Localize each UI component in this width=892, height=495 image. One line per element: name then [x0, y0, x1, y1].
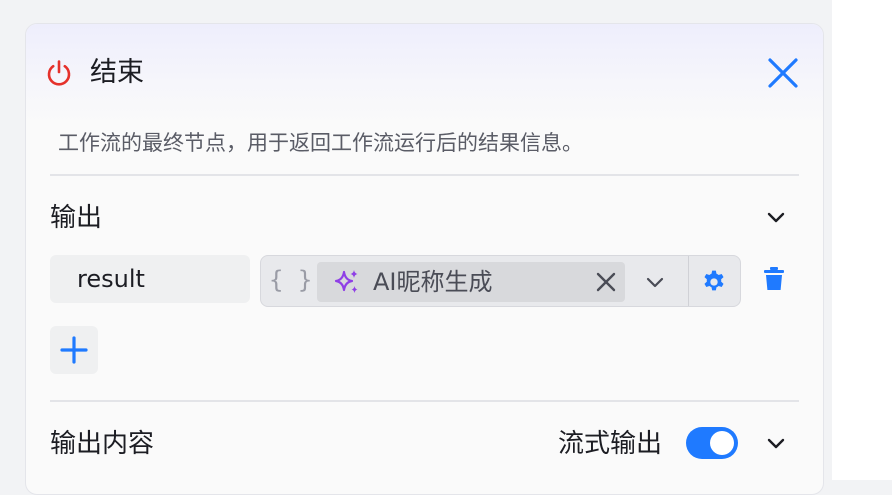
divider — [50, 400, 799, 402]
close-icon[interactable] — [766, 56, 800, 90]
divider — [50, 174, 799, 176]
output-section-title: 输出 — [50, 203, 103, 233]
add-variable-button[interactable] — [50, 326, 98, 374]
sparkle-icon — [334, 270, 358, 293]
panel-header — [26, 24, 823, 124]
background-panel-edge — [832, 0, 892, 480]
gear-icon[interactable] — [701, 269, 727, 295]
chevron-down-icon[interactable] — [643, 270, 667, 294]
plus-icon — [60, 336, 88, 364]
node-description: 工作流的最终节点，用于返回工作流运行后的结果信息。 — [58, 131, 583, 155]
reference-chip[interactable]: AI昵称生成 — [317, 262, 625, 302]
toggle-knob — [710, 431, 734, 455]
trash-icon[interactable] — [762, 266, 786, 292]
reference-label: AI昵称生成 — [373, 268, 493, 296]
variable-reference-select[interactable]: { } AI昵称生成 — [260, 255, 741, 307]
output-content-section-title: 输出内容 — [50, 429, 155, 459]
end-node-panel: 结束 工作流的最终节点，用于返回工作流运行后的结果信息。 输出 result {… — [25, 23, 824, 495]
node-title[interactable]: 结束 — [90, 56, 144, 90]
chevron-down-icon[interactable] — [764, 205, 788, 229]
clear-reference-icon[interactable] — [595, 271, 617, 293]
object-type-icon: { } — [269, 266, 313, 294]
stream-output-toggle[interactable] — [686, 427, 738, 459]
divider — [688, 256, 689, 306]
power-icon — [47, 60, 71, 86]
chevron-down-icon[interactable] — [764, 431, 788, 455]
variable-name-input[interactable]: result — [50, 255, 250, 303]
stream-output-label: 流式输出 — [558, 429, 663, 459]
